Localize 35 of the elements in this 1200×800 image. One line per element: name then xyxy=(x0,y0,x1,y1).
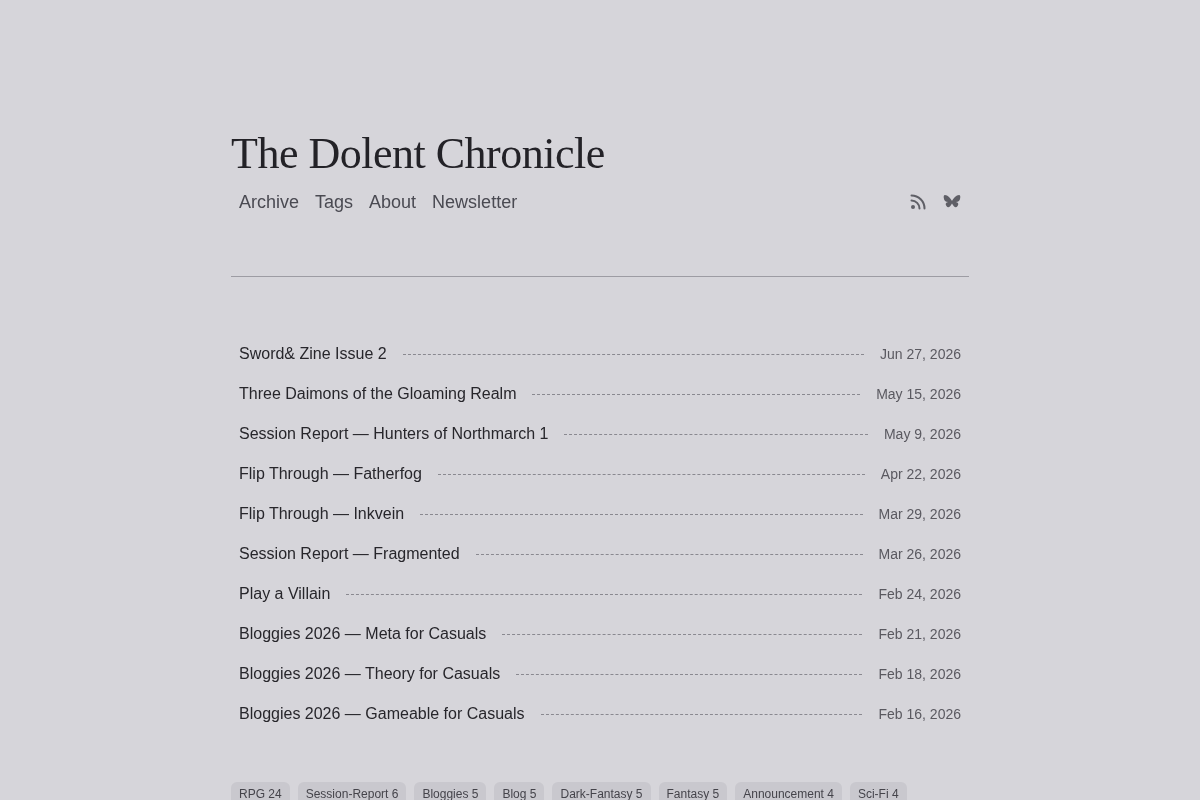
post-title-link[interactable]: Sword& Zine Issue 2 xyxy=(239,343,387,365)
post-date: Feb 24, 2026 xyxy=(878,585,961,604)
tag-chip[interactable]: Sci-Fi 4 xyxy=(849,782,907,800)
tag-chip[interactable]: Fantasy 5 xyxy=(658,782,728,800)
tag-chip[interactable]: Blog 5 xyxy=(494,782,545,800)
post-title-link[interactable]: Flip Through — Inkvein xyxy=(239,503,405,525)
butterfly-icon[interactable] xyxy=(943,194,961,210)
post-date: Apr 22, 2026 xyxy=(880,465,961,484)
nav-link[interactable]: Archive xyxy=(231,190,308,214)
site-title[interactable]: The Dolent Chronicle xyxy=(231,126,605,182)
post-title-link[interactable]: Bloggies 2026 — Theory for Casuals xyxy=(239,663,501,685)
post-date: Feb 21, 2026 xyxy=(878,625,961,644)
post-title-link[interactable]: Bloggies 2026 — Gameable for Casuals xyxy=(239,703,525,725)
tag-chip[interactable]: RPG 24 xyxy=(231,782,290,800)
tag-chip[interactable]: Announcement 4 xyxy=(735,782,842,800)
tag-chip[interactable]: Dark-Fantasy 5 xyxy=(552,782,651,800)
post-title-link[interactable]: Flip Through — Fatherfog xyxy=(239,463,422,485)
tag-chip[interactable]: Bloggies 5 xyxy=(414,782,487,800)
nav-link[interactable]: Tags xyxy=(307,190,362,214)
post-title-link[interactable]: Play a Villain xyxy=(239,583,331,605)
rss-icon[interactable] xyxy=(910,194,926,210)
nav-link[interactable]: About xyxy=(361,190,425,214)
post-date: Mar 26, 2026 xyxy=(878,545,961,564)
post-date: Jun 27, 2026 xyxy=(880,345,961,364)
post-title-link[interactable]: Session Report — Hunters of Northmarch 1 xyxy=(239,423,549,445)
post-date: May 9, 2026 xyxy=(883,425,961,444)
post-title-link[interactable]: Session Report — Fragmented xyxy=(239,543,460,565)
post-date: Mar 29, 2026 xyxy=(878,505,961,524)
nav-link[interactable]: Newsletter xyxy=(424,190,526,214)
post-date: Feb 18, 2026 xyxy=(878,665,961,684)
post-title-link[interactable]: Three Daimons of the Gloaming Realm xyxy=(239,383,517,405)
post-date: Feb 16, 2026 xyxy=(878,705,961,724)
post-date: May 15, 2026 xyxy=(876,385,961,404)
post-title-link[interactable]: Bloggies 2026 — Meta for Casuals xyxy=(239,623,487,645)
tag-chip[interactable]: Session-Report 6 xyxy=(297,782,407,800)
